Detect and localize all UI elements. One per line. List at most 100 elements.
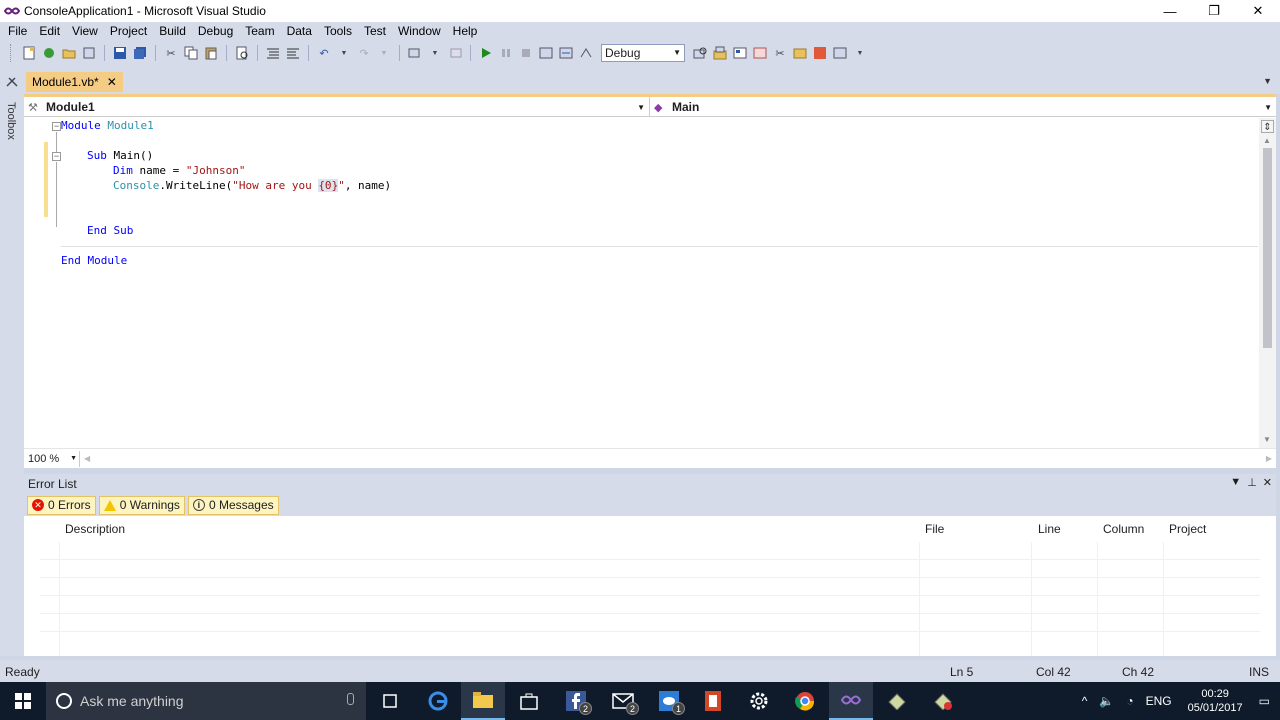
- tab-overflow-icon[interactable]: ▼: [1263, 76, 1272, 86]
- errors-filter-button[interactable]: ✕ 0 Errors: [27, 495, 96, 515]
- task-view-icon[interactable]: [368, 682, 412, 720]
- menu-test[interactable]: Test: [358, 22, 392, 40]
- office-icon[interactable]: [691, 682, 735, 720]
- scroll-right-icon[interactable]: ▶: [1266, 454, 1272, 463]
- mail-icon[interactable]: 2: [601, 682, 645, 720]
- add-item-icon[interactable]: [41, 45, 57, 61]
- step-over-icon[interactable]: [558, 45, 574, 61]
- new-project-icon[interactable]: [21, 45, 37, 61]
- menu-help[interactable]: Help: [447, 22, 484, 40]
- column-header-file[interactable]: File: [925, 516, 944, 542]
- toolbar-grip[interactable]: [10, 44, 14, 62]
- comment-icon[interactable]: [265, 45, 281, 61]
- messages-filter-button[interactable]: i 0 Messages: [187, 495, 279, 515]
- restore-button[interactable]: ❐: [1192, 0, 1236, 22]
- panel-menu-icon[interactable]: ▼: [1230, 476, 1241, 489]
- chevron-up-icon[interactable]: ^: [1082, 694, 1088, 708]
- close-window-button[interactable]: ✕: [1236, 0, 1280, 22]
- start-icon[interactable]: [478, 45, 494, 61]
- object-browser-icon[interactable]: [752, 45, 768, 61]
- edge-icon[interactable]: [416, 682, 460, 720]
- add-existing-icon[interactable]: [81, 45, 97, 61]
- members-dropdown[interactable]: ◆ Main ▼: [650, 97, 1276, 117]
- properties-icon[interactable]: [732, 45, 748, 61]
- tab-module1[interactable]: Module1.vb* ✕: [26, 72, 123, 92]
- save-icon[interactable]: [112, 45, 128, 61]
- uncomment-icon[interactable]: [285, 45, 301, 61]
- scroll-down-icon[interactable]: ▼: [1263, 435, 1271, 444]
- step-out-icon[interactable]: [578, 45, 594, 61]
- collapse-icon[interactable]: −: [52, 122, 61, 131]
- column-header-column[interactable]: Column: [1103, 516, 1144, 542]
- extensions-icon[interactable]: [812, 45, 828, 61]
- menu-project[interactable]: Project: [104, 22, 153, 40]
- undo-dropdown-icon[interactable]: ▼: [336, 45, 352, 61]
- windows-start-icon[interactable]: [0, 682, 46, 720]
- vertical-scrollbar[interactable]: ⇕ ▲ ▼: [1259, 118, 1276, 448]
- close-icon[interactable]: ✕: [107, 75, 117, 89]
- pause-icon[interactable]: [498, 45, 514, 61]
- column-header-project[interactable]: Project: [1169, 516, 1206, 542]
- toolbox-tab[interactable]: Toolbox: [2, 76, 20, 146]
- find-in-files-icon[interactable]: [692, 45, 708, 61]
- menu-view[interactable]: View: [66, 22, 104, 40]
- warnings-filter-button[interactable]: 0 Warnings: [98, 495, 185, 515]
- app-icon[interactable]: [875, 682, 919, 720]
- volume-icon[interactable]: 🔈: [1099, 694, 1114, 708]
- types-dropdown[interactable]: ⚒ Module1 ▼: [24, 97, 650, 117]
- toolbox-icon[interactable]: ✂: [772, 45, 788, 61]
- navigate-backward-icon[interactable]: [407, 45, 423, 61]
- zoom-select[interactable]: 100 % ▼: [24, 450, 80, 467]
- column-header-description[interactable]: Description: [65, 516, 125, 542]
- menu-team[interactable]: Team: [239, 22, 280, 40]
- code-text-area[interactable]: − − Module Module1 Sub Main() Dim name =…: [24, 118, 1258, 448]
- chrome-icon[interactable]: [783, 682, 827, 720]
- clock[interactable]: 00:29 05/01/2017: [1188, 687, 1243, 715]
- navigate-forward-icon[interactable]: [447, 45, 463, 61]
- action-center-icon[interactable]: ▭: [1259, 694, 1270, 708]
- toolbar-options-icon[interactable]: ▼: [852, 45, 868, 61]
- microphone-icon[interactable]: [347, 693, 354, 705]
- wifi-icon[interactable]: ◔: [1126, 694, 1133, 708]
- split-window-icon[interactable]: ⇕: [1261, 120, 1274, 133]
- menu-file[interactable]: File: [2, 22, 33, 40]
- team-explorer-icon[interactable]: [792, 45, 808, 61]
- menu-data[interactable]: Data: [281, 22, 318, 40]
- save-all-icon[interactable]: [132, 45, 148, 61]
- find-icon[interactable]: [234, 45, 250, 61]
- settings-icon[interactable]: [737, 682, 781, 720]
- scroll-up-icon[interactable]: ▲: [1263, 136, 1271, 145]
- menu-window[interactable]: Window: [392, 22, 447, 40]
- paste-icon[interactable]: [203, 45, 219, 61]
- menu-build[interactable]: Build: [153, 22, 192, 40]
- cut-icon[interactable]: ✂: [163, 45, 179, 61]
- menu-edit[interactable]: Edit: [33, 22, 66, 40]
- navigate-dropdown-icon[interactable]: ▼: [427, 45, 443, 61]
- explorer-icon[interactable]: [461, 682, 505, 720]
- scroll-thumb[interactable]: [1263, 148, 1272, 348]
- open-icon[interactable]: [61, 45, 77, 61]
- minimize-button[interactable]: —: [1148, 0, 1192, 22]
- language-indicator[interactable]: ENG: [1146, 694, 1172, 708]
- column-header-line[interactable]: Line: [1038, 516, 1061, 542]
- solution-configuration-select[interactable]: Debug ▼: [601, 44, 685, 62]
- visual-studio-icon[interactable]: [829, 682, 873, 720]
- redo-icon[interactable]: ↷: [356, 45, 372, 61]
- store-icon[interactable]: [507, 682, 551, 720]
- start-page-icon[interactable]: [832, 45, 848, 61]
- menu-debug[interactable]: Debug: [192, 22, 239, 40]
- messenger-icon[interactable]: 1: [647, 682, 691, 720]
- stop-icon[interactable]: [518, 45, 534, 61]
- undo-icon[interactable]: ↶: [316, 45, 332, 61]
- step-into-icon[interactable]: [538, 45, 554, 61]
- horizontal-scrollbar[interactable]: ◀ ▶: [80, 452, 1276, 466]
- close-icon[interactable]: ✕: [1263, 476, 1272, 489]
- solution-explorer-icon[interactable]: [712, 45, 728, 61]
- collapse-icon[interactable]: −: [52, 152, 61, 161]
- copy-icon[interactable]: [183, 45, 199, 61]
- app-icon[interactable]: [921, 682, 965, 720]
- menu-tools[interactable]: Tools: [318, 22, 358, 40]
- redo-dropdown-icon[interactable]: ▼: [376, 45, 392, 61]
- scroll-left-icon[interactable]: ◀: [84, 454, 90, 463]
- facebook-icon[interactable]: 2: [554, 682, 598, 720]
